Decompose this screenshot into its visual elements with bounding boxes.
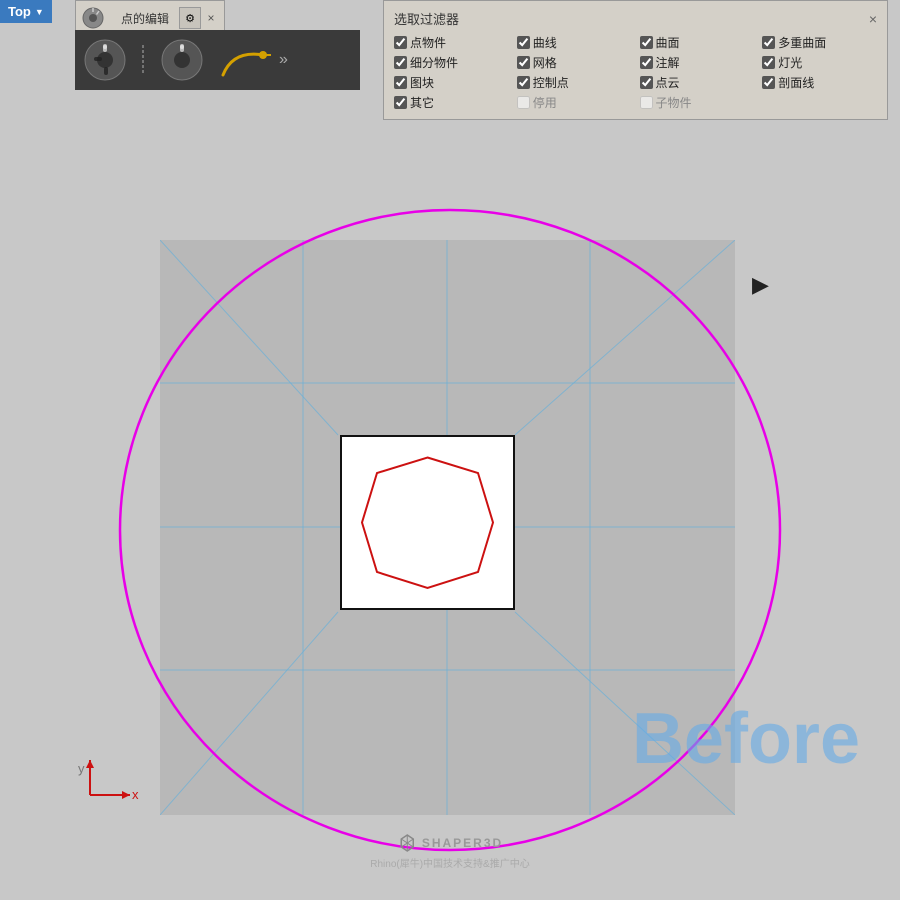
filter-checkbox-14[interactable] [640,96,653,109]
filter-item-13: 停用 [517,94,632,111]
filter-checkbox-5[interactable] [517,56,530,69]
svg-text:x: x [132,787,139,802]
viewport-dropdown-arrow[interactable]: ▼ [35,7,44,17]
viewport-label[interactable]: Top ▼ [0,0,52,23]
filter-label-9: 控制点 [533,74,569,91]
before-label: Before [632,698,860,780]
filter-label-5: 网格 [533,54,557,71]
viewport[interactable]: ▶ x y Before SHAPER3D Rhino(犀牛)中国技术支持&推广… [0,0,900,900]
toolbar-title: 点的编辑 [115,10,175,27]
filter-checkbox-10[interactable] [640,76,653,89]
filter-item-6: 注解 [640,54,755,71]
filter-label-12: 其它 [410,94,434,111]
selection-filter-title: 选取过滤器 [394,9,459,28]
filter-checkbox-0[interactable] [394,36,407,49]
filter-label-3: 多重曲面 [778,34,826,51]
octagon [340,435,515,610]
filter-item-0: 点物件 [394,34,509,51]
toolbar-dial-icon [81,4,111,32]
mouse-cursor: ▶ [752,272,769,298]
selection-filter-header: 选取过滤器 × [394,9,877,28]
filter-checkbox-13[interactable] [517,96,530,109]
filter-label-4: 细分物件 [410,54,458,71]
filter-label-11: 剖面线 [778,74,814,91]
filter-checkbox-2[interactable] [640,36,653,49]
filter-item-7: 灯光 [762,54,877,71]
filter-label-8: 图块 [410,74,434,91]
filter-label-10: 点云 [656,74,680,91]
toolbar-actions: ⚙ × [179,7,219,29]
filter-label-6: 注解 [656,54,680,71]
filter-checkbox-4[interactable] [394,56,407,69]
watermark: SHAPER3D Rhino(犀牛)中国技术支持&推广中心 [370,833,529,870]
filter-checkbox-1[interactable] [517,36,530,49]
filter-checkbox-8[interactable] [394,76,407,89]
filter-label-2: 曲面 [656,34,680,51]
filter-item-3: 多重曲面 [762,34,877,51]
filter-checkbox-12[interactable] [394,96,407,109]
filter-checkbox-7[interactable] [762,56,775,69]
dial-2[interactable] [157,35,207,85]
toolbar-gear-button[interactable]: ⚙ [179,7,201,29]
watermark-brand: SHAPER3D [422,836,503,850]
filter-item-14: 子物件 [640,94,755,111]
filter-item-10: 点云 [640,74,755,91]
selection-filter-grid: 点物件 曲线 曲面 多重曲面细分物件 网格 注解 灯光图块 控制点 点云 剖面线其它 停用 子物件 [394,34,877,111]
filter-item-4: 细分物件 [394,54,509,71]
selection-filter-close[interactable]: × [869,11,877,27]
filter-checkbox-3[interactable] [762,36,775,49]
arc-indicator [213,35,273,85]
filter-label-14: 子物件 [656,94,692,111]
filter-label-13: 停用 [533,94,557,111]
viewport-axes: x y [70,755,150,820]
filter-item-5: 网格 [517,54,632,71]
filter-item-12: 其它 [394,94,509,111]
dial-connector [136,35,151,85]
filter-item-9: 控制点 [517,74,632,91]
viewport-label-text: Top [8,4,31,19]
toolbar-close-button[interactable]: × [203,10,219,26]
filter-item-2: 曲面 [640,34,755,51]
filter-item-11: 剖面线 [762,74,877,91]
filter-item-1: 曲线 [517,34,632,51]
watermark-tagline: Rhino(犀牛)中国技术支持&推广中心 [370,855,529,870]
svg-text:y: y [78,761,85,776]
filter-label-7: 灯光 [778,54,802,71]
filter-item-8: 图块 [394,74,509,91]
filter-checkbox-11[interactable] [762,76,775,89]
dial-area: » [75,30,360,90]
filter-checkbox-9[interactable] [517,76,530,89]
filter-label-1: 曲线 [533,34,557,51]
filter-label-0: 点物件 [410,34,446,51]
more-arrows[interactable]: » [279,51,288,69]
filter-checkbox-6[interactable] [640,56,653,69]
selection-filter-panel: 选取过滤器 × 点物件 曲线 曲面 多重曲面细分物件 网格 注解 灯光图块 控制点 点云 剖面线其… [383,0,888,120]
dial-1[interactable] [80,35,130,85]
